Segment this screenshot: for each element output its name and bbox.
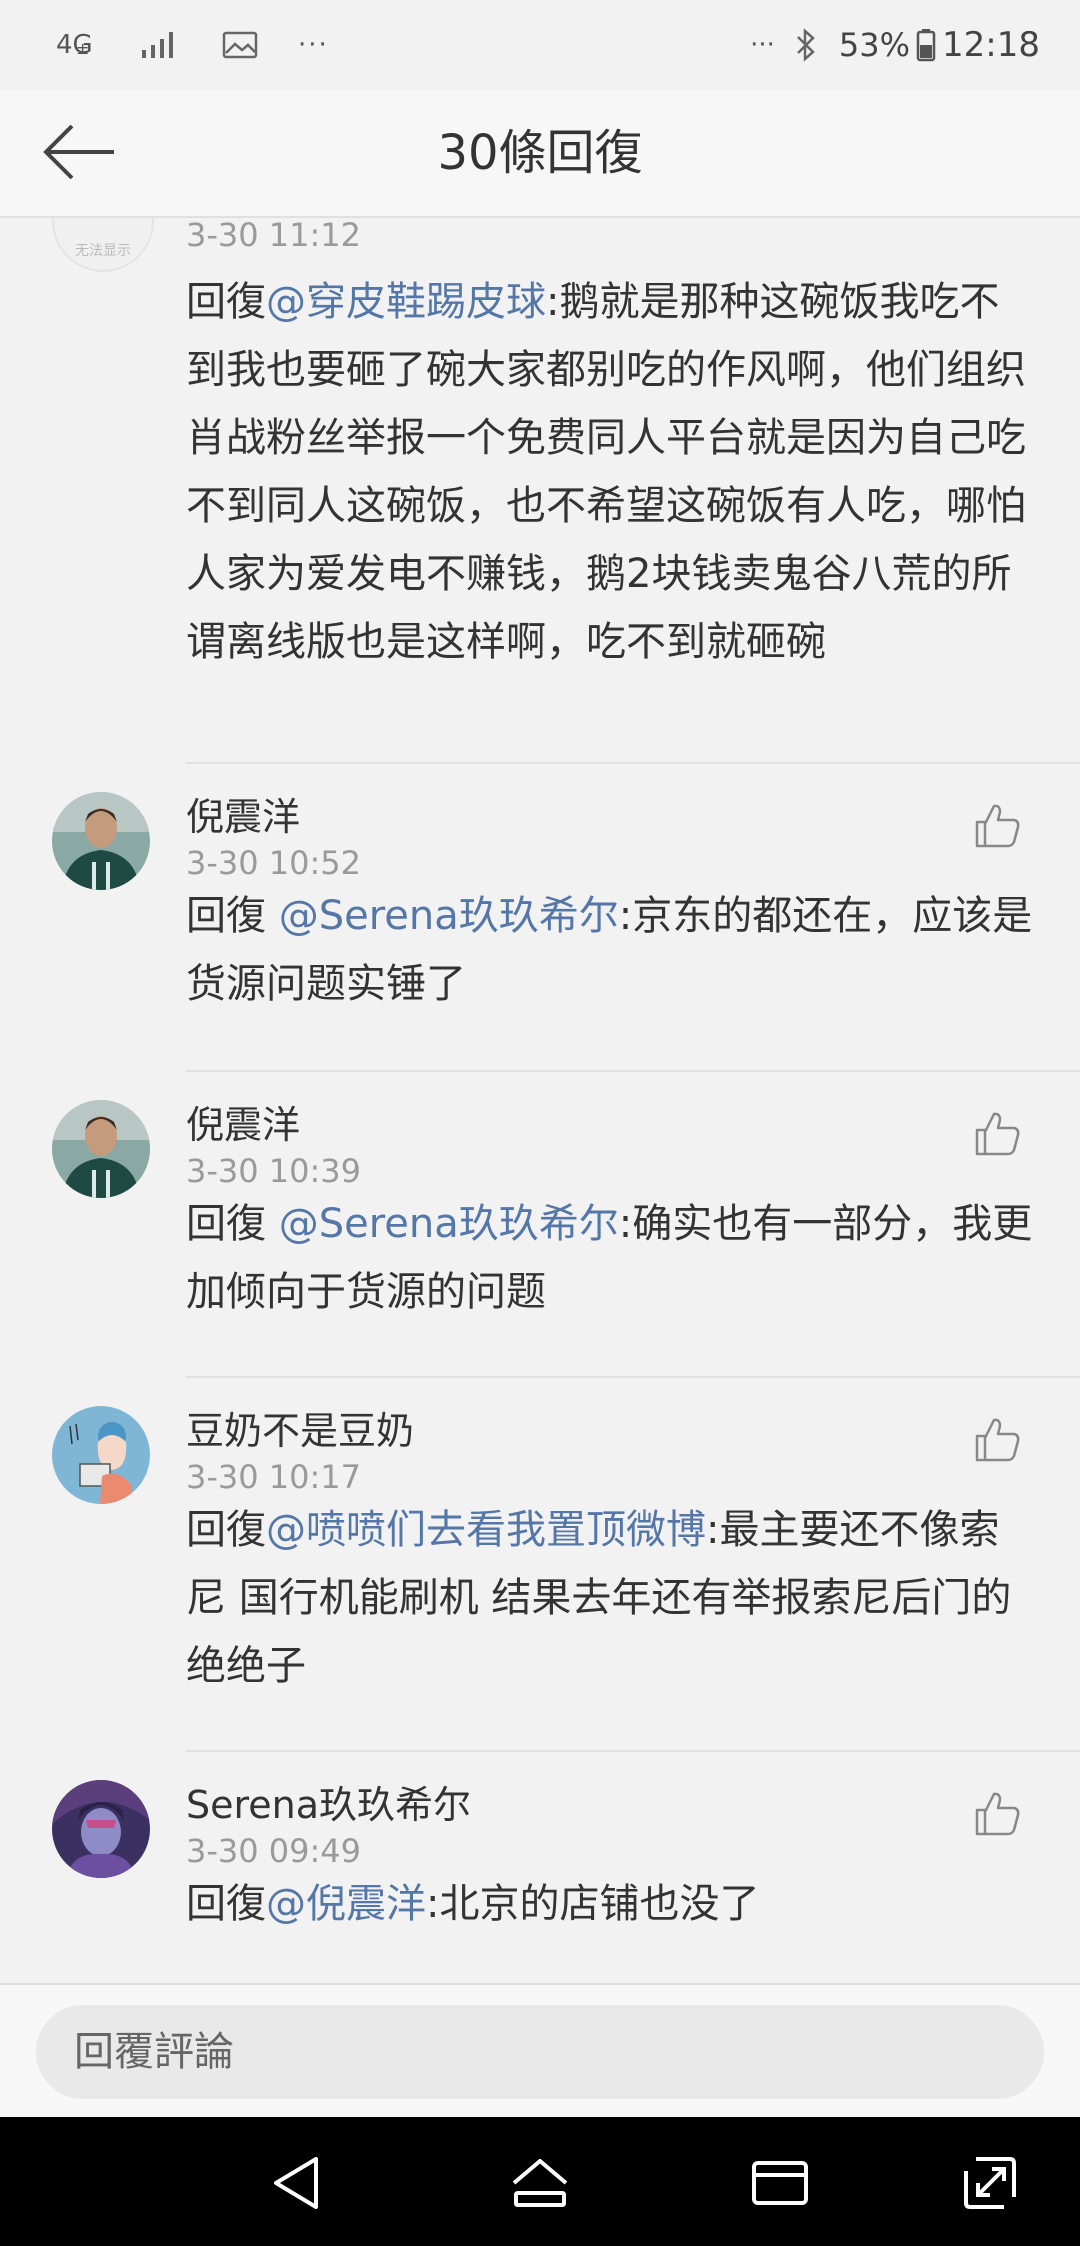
avatar[interactable] [52, 792, 150, 890]
bluetooth-icon [797, 28, 815, 62]
comment-time: 3-30 10:52 [186, 844, 362, 882]
comment-text: 回復 @Serena玖玖希尔:京东的都还在，应该是货源问题实锤了 [186, 882, 1036, 1018]
comment-time: 3-30 10:17 [186, 1458, 362, 1496]
image-icon [222, 31, 258, 59]
thumbs-up-icon[interactable] [972, 1788, 1022, 1838]
comment-text: 回復@倪震洋:北京的店铺也没了 [186, 1870, 1036, 1938]
avatar[interactable]: 无法显示 [52, 218, 154, 272]
comment-body: :鹅就是那种这碗饭我吃不到我也要砸了碗大家都别吃的作风啊，他们组织肖战粉丝举报一… [186, 279, 1026, 665]
mention-link[interactable]: @穿皮鞋踢皮球 [266, 279, 546, 325]
mention-link[interactable]: @倪震洋 [266, 1881, 426, 1927]
comment-username[interactable]: Serena玖玖希尔 [186, 1774, 471, 1829]
comment-time: 3-30 11:12 [186, 218, 362, 254]
mention-link[interactable]: @Serena玖玖希尔 [279, 893, 619, 939]
avatar-image [52, 792, 150, 890]
avatar[interactable] [52, 1780, 150, 1878]
comment-username[interactable]: 倪震洋 [186, 786, 300, 841]
signal-icon [142, 32, 173, 58]
comment-item: 倪震洋 3-30 10:39 回復 @Serena玖玖希尔:确实也有一部分，我更… [0, 1072, 1080, 1378]
expand-icon[interactable] [958, 2153, 1022, 2213]
mention-link[interactable]: @喷喷们去看我置顶微博 [266, 1507, 706, 1553]
thumbs-up-icon[interactable] [972, 800, 1022, 850]
comment-text: 回復@喷喷们去看我置顶微博:最主要还不像索尼 国行机能刷机 结果去年还有举报索尼… [186, 1496, 1036, 1700]
avatar-placeholder-text: 无法显示 [75, 243, 131, 259]
reply-bar: 回覆評論 [0, 1983, 1080, 2119]
status-bar: 4G ± ··· ··· 53% 12:18 [0, 0, 1080, 90]
comment-list[interactable]: 无法显示 3-30 11:12 回復@穿皮鞋踢皮球:鹅就是那种这碗饭我吃不到我也… [0, 218, 1080, 1983]
reply-prefix: 回復 [186, 893, 279, 939]
avatar-image [52, 1406, 150, 1504]
comment-username[interactable]: 倪震洋 [186, 1094, 300, 1149]
avatar[interactable] [52, 1406, 150, 1504]
battery-percent: 53% [838, 26, 911, 64]
comment-body: :北京的店铺也没了 [426, 1881, 760, 1927]
avatar-image [52, 1780, 150, 1878]
comment-time: 3-30 10:39 [186, 1152, 362, 1190]
avatar-image [52, 1100, 150, 1198]
network-sub: ± [76, 39, 90, 58]
comment-username[interactable]: 豆奶不是豆奶 [186, 1400, 414, 1455]
system-nav-bar [0, 2117, 1080, 2246]
avatar[interactable] [52, 1100, 150, 1198]
comment-time: 3-30 09:49 [186, 1832, 362, 1870]
header: 30條回復 [0, 90, 1080, 218]
reply-prefix: 回復 [186, 1881, 266, 1927]
reply-prefix: 回復 [186, 1507, 266, 1553]
battery-icon [916, 29, 936, 62]
comment-item: Serena玖玖希尔 3-30 09:49 回復@倪震洋:北京的店铺也没了 [0, 1752, 1080, 1983]
reply-placeholder: 回覆評論 [74, 2029, 234, 2075]
status-left: 4G ± ··· [56, 22, 329, 68]
home-icon[interactable] [508, 2153, 572, 2213]
thumbs-up-icon[interactable] [972, 1414, 1022, 1464]
mention-link[interactable]: @Serena玖玖希尔 [279, 1201, 619, 1247]
comment-text: 回復@穿皮鞋踢皮球:鹅就是那种这碗饭我吃不到我也要砸了碗大家都别吃的作风啊，他们… [186, 268, 1036, 676]
reply-prefix: 回復 [186, 279, 266, 325]
reply-prefix: 回復 [186, 1201, 279, 1247]
comment-item: 倪震洋 3-30 10:52 回復 @Serena玖玖希尔:京东的都还在，应该是… [0, 764, 1080, 1072]
thumbs-up-icon[interactable] [972, 1108, 1022, 1158]
back-triangle-icon[interactable] [266, 2153, 330, 2213]
network-type: 4G ± [56, 32, 96, 58]
recents-icon[interactable] [748, 2153, 812, 2213]
comment-text: 回復 @Serena玖玖希尔:确实也有一部分，我更加倾向于货源的问题 [186, 1190, 1036, 1326]
reply-input[interactable]: 回覆評論 [36, 2005, 1044, 2099]
comment-item: 无法显示 3-30 11:12 回復@穿皮鞋踢皮球:鹅就是那种这碗饭我吃不到我也… [0, 218, 1080, 764]
status-right: ··· 53% 12:18 [750, 22, 1040, 68]
page-title: 30條回復 [437, 125, 643, 181]
status-more-dots: ··· [298, 30, 329, 60]
clock: 12:18 [942, 25, 1040, 65]
comment-item: 豆奶不是豆奶 3-30 10:17 回復@喷喷们去看我置顶微博:最主要还不像索尼… [0, 1378, 1080, 1752]
status-more-dots-right: ··· [750, 30, 775, 60]
